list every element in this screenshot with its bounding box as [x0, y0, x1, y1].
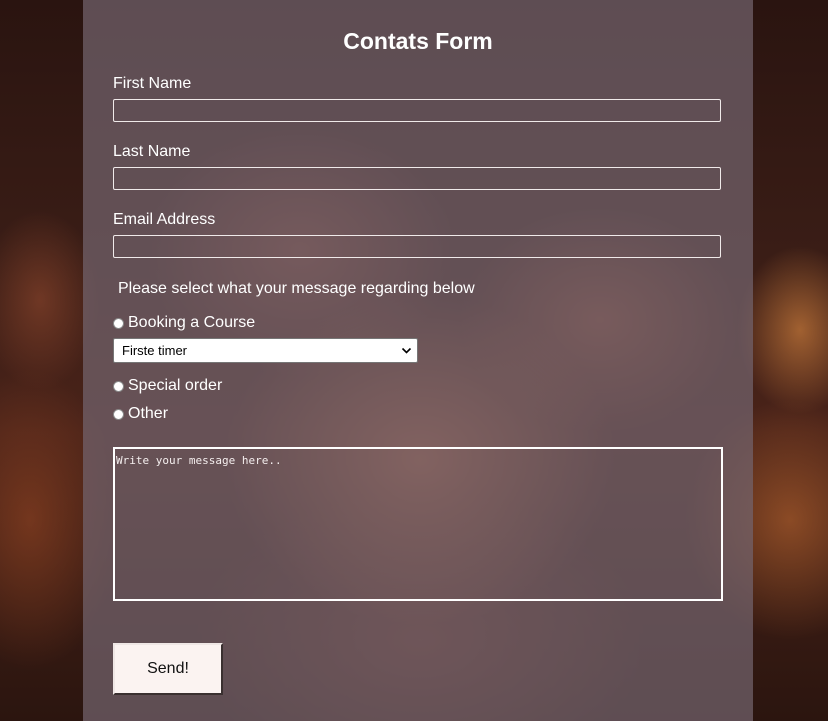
special-order-radio-button[interactable] [113, 381, 124, 392]
message-placeholder: Write your message here.. [116, 454, 282, 467]
message-type-question: Please select what your message regardin… [118, 280, 475, 297]
booking-radio-label: Booking a Course [128, 314, 256, 331]
last-name-label: Last Name [113, 143, 191, 160]
email-label: Email Address [113, 211, 216, 228]
email-input[interactable] [113, 235, 721, 258]
first-name-input[interactable] [113, 99, 721, 122]
special-order-radio-label: Special order [128, 377, 223, 394]
first-name-label: First Name [113, 75, 192, 92]
chevron-down-icon [401, 347, 412, 354]
last-name-input[interactable] [113, 167, 721, 190]
send-button[interactable]: Send! [113, 643, 223, 695]
other-radio-label: Other [128, 405, 169, 422]
booking-radio-button[interactable] [113, 318, 124, 329]
contact-form-panel: Contats Form First Name Last Name Email … [83, 0, 753, 721]
radio-option-other[interactable]: Other [113, 404, 168, 424]
radio-option-special-order[interactable]: Special order [113, 376, 222, 396]
course-select[interactable]: Firste timer [113, 338, 418, 363]
form-title: Contats Form [343, 28, 493, 54]
other-radio-button[interactable] [113, 409, 124, 420]
message-textarea[interactable]: Write your message here.. [113, 447, 723, 601]
radio-option-booking[interactable]: Booking a Course [113, 313, 255, 333]
course-select-value: Firste timer [122, 343, 187, 358]
